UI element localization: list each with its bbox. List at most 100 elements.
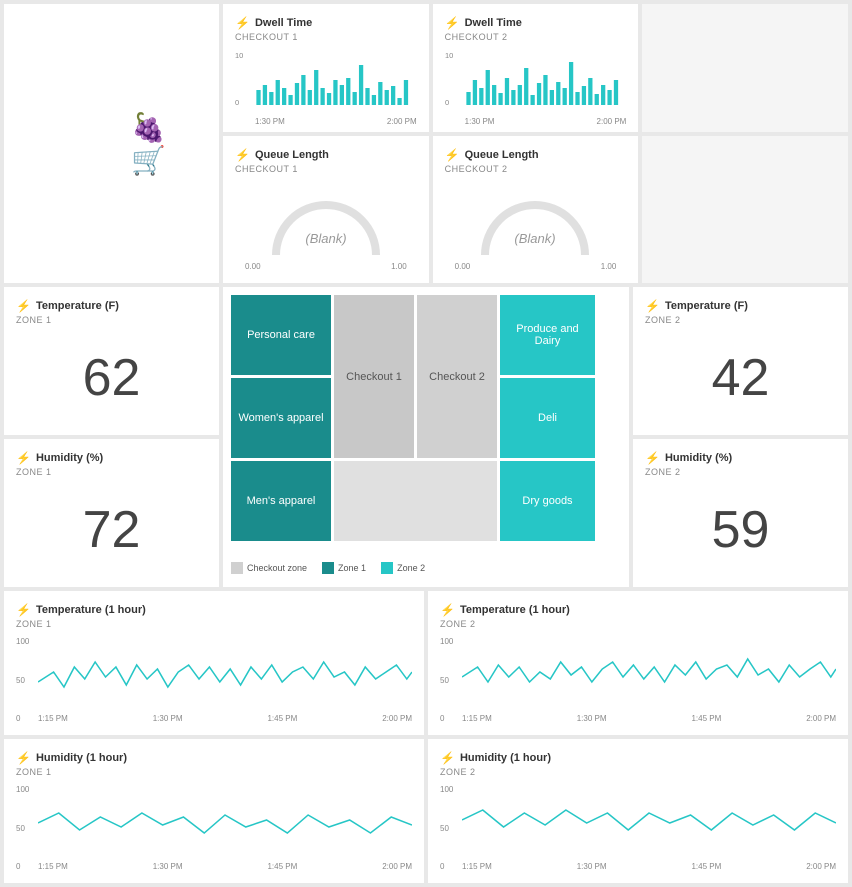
temp-zone1-card: ⚡ Temperature (F) ZONE 1 62 xyxy=(4,287,219,435)
left-zone-cards: ⚡ Temperature (F) ZONE 1 62 ⚡ Humidity (… xyxy=(4,287,219,587)
queue-length-1-gauge: (Blank) xyxy=(235,182,417,262)
temp-zone2-card: ⚡ Temperature (F) ZONE 2 42 xyxy=(633,287,848,435)
queue-length-2-values: 0.00 1.00 xyxy=(445,262,627,271)
empty-top-right xyxy=(642,4,848,132)
temp-1hr-zone2-x-labels: 1:15 PM 1:30 PM 1:45 PM 2:00 PM xyxy=(462,714,836,723)
humidity-1hr-zone1-title: ⚡ Humidity (1 hour) xyxy=(16,751,412,765)
temp-1hr-zone1-subtitle: ZONE 1 xyxy=(16,619,412,629)
legend-zone1-color xyxy=(322,562,334,574)
humidity-1hr-zone2-card: ⚡ Humidity (1 hour) ZONE 2 100 50 0 1:15… xyxy=(428,739,848,883)
svg-text:(Blank): (Blank) xyxy=(515,231,556,246)
temp-zone2-subtitle: ZONE 2 xyxy=(645,315,836,325)
lightning-icon-dt1: ⚡ xyxy=(235,16,250,30)
queue-length-2-gauge: (Blank) xyxy=(445,182,627,262)
lightning-icon-t1z1: ⚡ xyxy=(16,603,31,617)
tm-deli: Deli xyxy=(500,378,595,458)
temp-1hr-zone2-card: ⚡ Temperature (1 hour) ZONE 2 100 50 0 1… xyxy=(428,591,848,735)
temp-1hr-zone2-chart: 1:15 PM 1:30 PM 1:45 PM 2:00 PM xyxy=(462,637,836,723)
humidity-1hr-zone1-y-axis: 100 50 0 xyxy=(16,785,38,871)
humidity-1hr-zone1-subtitle: ZONE 1 xyxy=(16,767,412,777)
dwell-time-1-card: ⚡ Dwell Time CHECKOUT 1 10 0 xyxy=(223,4,429,132)
logo-icon: 🍇 🛒 xyxy=(131,111,207,177)
lightning-icon-ql1: ⚡ xyxy=(235,148,250,162)
humidity-1hr-zone1-x-labels: 1:15 PM 1:30 PM 1:45 PM 2:00 PM xyxy=(38,862,412,871)
humidity-1hr-zone1-card: ⚡ Humidity (1 hour) ZONE 1 100 50 0 1:15… xyxy=(4,739,424,883)
bottom-row2: ⚡ Humidity (1 hour) ZONE 1 100 50 0 1:15… xyxy=(4,739,848,883)
temp-1hr-zone1-x-labels: 1:15 PM 1:30 PM 1:45 PM 2:00 PM xyxy=(38,714,412,723)
treemap-row: ⚡ Temperature (F) ZONE 1 62 ⚡ Humidity (… xyxy=(4,287,848,587)
mid-row: ⚡ Queue Length CHECKOUT 1 (Blank) 0.00 1… xyxy=(223,136,848,283)
lightning-icon-h1z1: ⚡ xyxy=(16,751,31,765)
legend-zone2-color xyxy=(381,562,393,574)
top-row: ⚡ Dwell Time CHECKOUT 1 10 0 xyxy=(223,4,848,132)
dwell-time-1-chart: 10 0 xyxy=(235,50,417,120)
dwell-time-2-title: ⚡ Dwell Time xyxy=(445,16,627,30)
lightning-icon-hz2: ⚡ xyxy=(645,451,660,465)
svg-text:10: 10 xyxy=(445,51,453,60)
temp-zone2-title: ⚡ Temperature (F) xyxy=(645,299,836,313)
queue-length-1-title: ⚡ Queue Length xyxy=(235,148,417,162)
logo-cell: contoso 🍇 🛒 xyxy=(4,4,219,283)
humidity-1hr-zone2-chart: 1:15 PM 1:30 PM 1:45 PM 2:00 PM xyxy=(462,785,836,871)
tm-empty xyxy=(334,461,497,541)
treemap-grid: Personal care Checkout 1 Checkout 2 Prod… xyxy=(231,295,621,555)
tm-mens-apparel: Men's apparel xyxy=(231,461,331,541)
legend-checkout-zone: Checkout zone xyxy=(231,562,307,574)
dwell-time-2-x-labels: 1:30 PM 2:00 PM xyxy=(445,117,627,126)
queue-length-2-title: ⚡ Queue Length xyxy=(445,148,627,162)
humidity-1hr-zone2-subtitle: ZONE 2 xyxy=(440,767,836,777)
humidity-1hr-zone1-chart-wrap: 100 50 0 1:15 PM 1:30 PM 1:45 PM 2:00 PM xyxy=(16,785,412,871)
tm-checkout1: Checkout 1 xyxy=(334,295,414,458)
legend-zone1: Zone 1 xyxy=(322,562,366,574)
humidity-zone2-title: ⚡ Humidity (%) xyxy=(645,451,836,465)
temp-1hr-zone2-title: ⚡ Temperature (1 hour) xyxy=(440,603,836,617)
temp-1hr-zone1-y-axis: 100 50 0 xyxy=(16,637,38,723)
tm-personal-care: Personal care xyxy=(231,295,331,375)
bottom-row1: ⚡ Temperature (1 hour) ZONE 1 100 50 0 1… xyxy=(4,591,848,735)
humidity-1hr-zone2-x-labels: 1:15 PM 1:30 PM 1:45 PM 2:00 PM xyxy=(462,862,836,871)
queue-length-1-subtitle: CHECKOUT 1 xyxy=(235,164,417,174)
temp-1hr-zone1-card: ⚡ Temperature (1 hour) ZONE 1 100 50 0 1… xyxy=(4,591,424,735)
lightning-icon-tz2: ⚡ xyxy=(645,299,660,313)
dwell-time-2-card: ⚡ Dwell Time CHECKOUT 2 10 0 xyxy=(433,4,639,132)
queue-length-1-values: 0.00 1.00 xyxy=(235,262,417,271)
tm-checkout2: Checkout 2 xyxy=(417,295,497,458)
svg-text:0: 0 xyxy=(235,98,239,107)
temp-zone1-value: 62 xyxy=(16,333,207,423)
humidity-zone2-subtitle: ZONE 2 xyxy=(645,467,836,477)
right-zone-cards: ⚡ Temperature (F) ZONE 2 42 ⚡ Humidity (… xyxy=(633,287,848,587)
humidity-zone2-value: 59 xyxy=(645,485,836,575)
humidity-1hr-zone1-chart: 1:15 PM 1:30 PM 1:45 PM 2:00 PM xyxy=(38,785,412,871)
temp-zone2-value: 42 xyxy=(645,333,836,423)
humidity-zone1-card: ⚡ Humidity (%) ZONE 1 72 xyxy=(4,439,219,587)
temp-zone1-subtitle: ZONE 1 xyxy=(16,315,207,325)
humidity-1hr-zone2-chart-wrap: 100 50 0 1:15 PM 1:30 PM 1:45 PM 2:00 PM xyxy=(440,785,836,871)
temp-1hr-zone2-subtitle: ZONE 2 xyxy=(440,619,836,629)
queue-length-1-card: ⚡ Queue Length CHECKOUT 1 (Blank) 0.00 1… xyxy=(223,136,429,283)
treemap-legend: Checkout zone Zone 1 Zone 2 xyxy=(231,557,621,579)
temp-1hr-zone1-title: ⚡ Temperature (1 hour) xyxy=(16,603,412,617)
dashboard: contoso 🍇 🛒 ⚡ Dwell Time CHECKOUT 1 10 0 xyxy=(0,0,852,887)
logo: contoso 🍇 🛒 xyxy=(16,111,207,177)
empty-mid-right xyxy=(642,136,848,283)
treemap-center: Personal care Checkout 1 Checkout 2 Prod… xyxy=(223,287,629,587)
temp-1hr-zone2-chart-wrap: 100 50 0 1:15 PM 1:30 PM 1:45 PM 2:00 PM xyxy=(440,637,836,723)
dwell-time-1-title: ⚡ Dwell Time xyxy=(235,16,417,30)
humidity-1hr-zone2-y-axis: 100 50 0 xyxy=(440,785,462,871)
lightning-icon-ql2: ⚡ xyxy=(445,148,460,162)
humidity-zone1-title: ⚡ Humidity (%) xyxy=(16,451,207,465)
queue-length-2-subtitle: CHECKOUT 2 xyxy=(445,164,627,174)
lightning-icon-hz1: ⚡ xyxy=(16,451,31,465)
temp-1hr-zone1-chart: 1:15 PM 1:30 PM 1:45 PM 2:00 PM xyxy=(38,637,412,723)
dwell-time-1-x-labels: 1:30 PM 2:00 PM xyxy=(235,117,417,126)
lightning-icon-dt2: ⚡ xyxy=(445,16,460,30)
logo-text-label: contoso xyxy=(16,128,121,160)
dwell-time-2-subtitle: CHECKOUT 2 xyxy=(445,32,627,42)
legend-zone2: Zone 2 xyxy=(381,562,425,574)
lightning-icon-tz1: ⚡ xyxy=(16,299,31,313)
humidity-zone1-subtitle: ZONE 1 xyxy=(16,467,207,477)
temp-1hr-zone1-chart-wrap: 100 50 0 1:15 PM 1:30 PM 1:45 PM 2:00 PM xyxy=(16,637,412,723)
temp-zone1-title: ⚡ Temperature (F) xyxy=(16,299,207,313)
svg-text:0: 0 xyxy=(445,98,449,107)
tm-womens-apparel: Women's apparel xyxy=(231,378,331,458)
